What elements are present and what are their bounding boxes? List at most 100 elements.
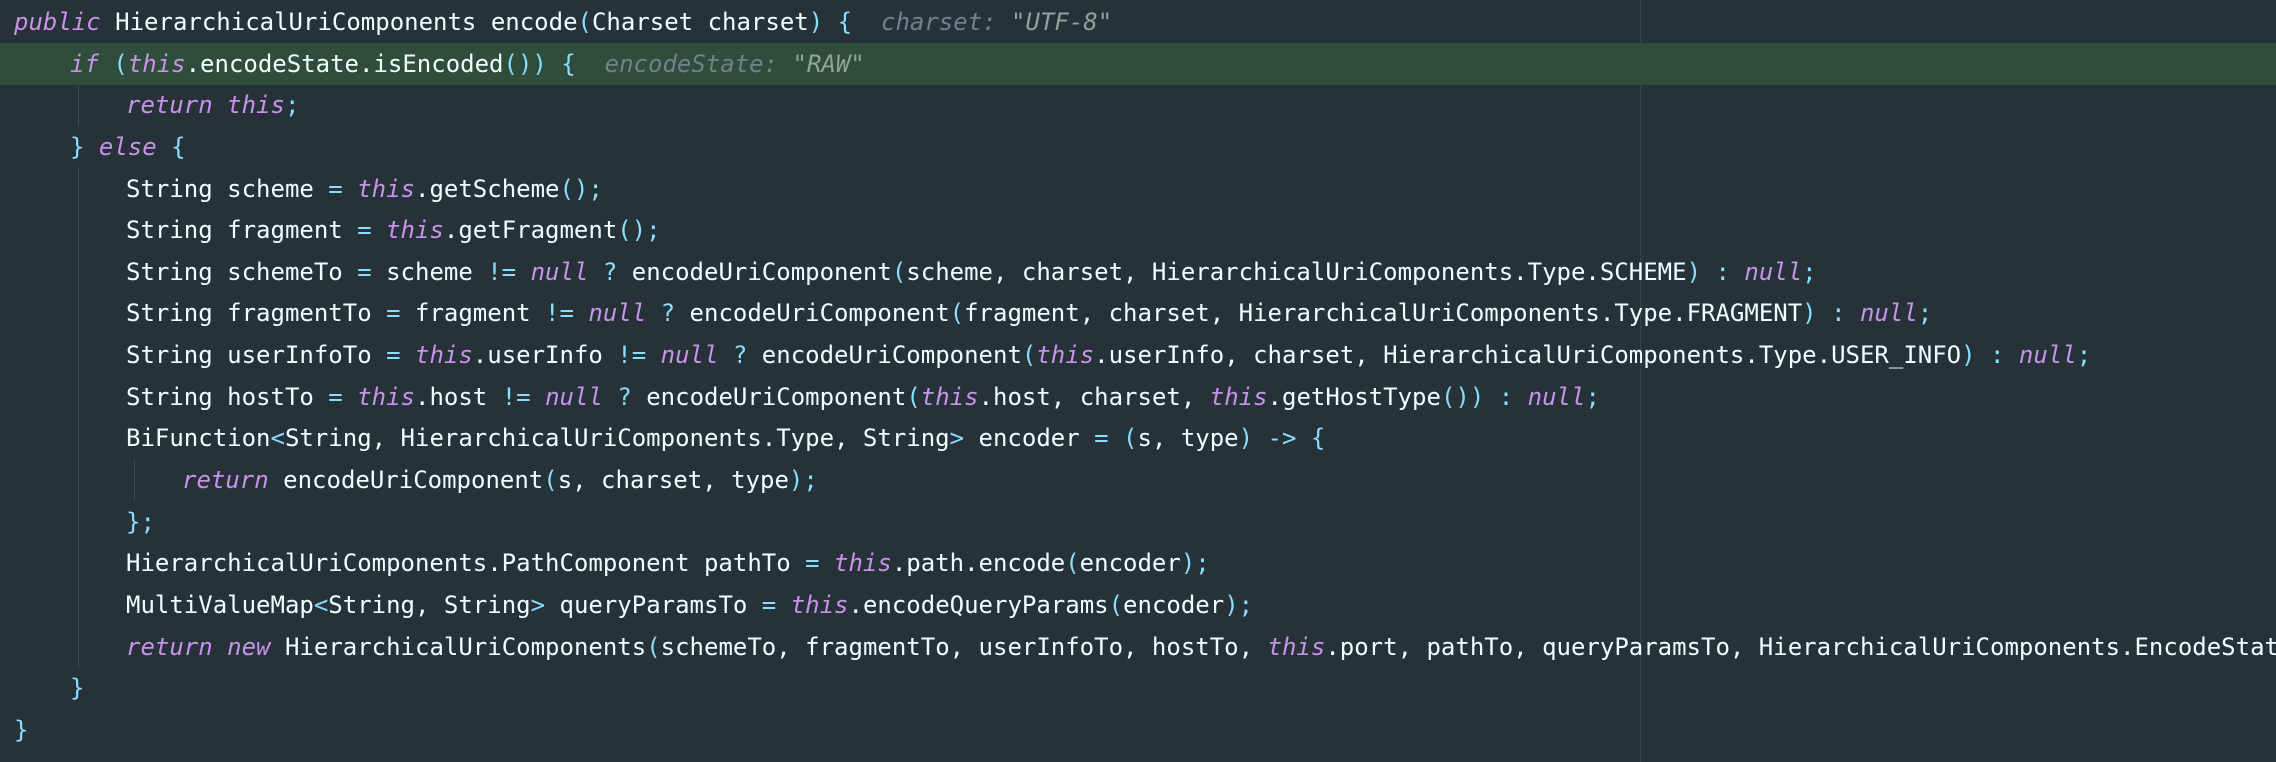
code-token: this — [1267, 633, 1326, 661]
code-line[interactable]: }; — [0, 501, 2276, 543]
code-token: < — [313, 591, 329, 619]
code-line[interactable]: public HierarchicalUriComponents encode(… — [0, 1, 2276, 43]
code-token: return — [126, 91, 213, 119]
indent-guide — [78, 251, 79, 293]
code-token: ? — [660, 299, 676, 327]
code-line[interactable]: String fragmentTo = fragment != null ? e… — [0, 292, 2276, 334]
indent-guide — [78, 168, 79, 210]
code-token: .userInfo, charset, HierarchicalUriCompo… — [1094, 341, 1962, 369]
code-token: : — [1498, 383, 1514, 411]
code-token: != — [545, 299, 574, 327]
code-token: queryParamsTo — [545, 591, 762, 619]
code-line[interactable]: String userInfoTo = this.userInfo != nul… — [0, 334, 2276, 376]
code-token: String scheme — [126, 175, 329, 203]
code-token: s, type — [1137, 424, 1239, 452]
code-token: ( — [1065, 549, 1080, 577]
code-line[interactable]: String fragment = this.getFragment(); — [0, 209, 2276, 251]
code-text: String hostTo = this.host != null ? enco… — [126, 376, 1600, 418]
indent-guide — [78, 542, 79, 584]
code-token: : — [1715, 258, 1730, 286]
code-token: Charset charset — [591, 8, 809, 36]
code-token: null — [545, 383, 603, 411]
code-token: { — [837, 8, 853, 36]
code-token: this — [357, 175, 415, 203]
code-token: ? — [732, 341, 748, 369]
code-token: this — [920, 383, 979, 411]
code-token: null — [1859, 299, 1918, 327]
code-token: = — [1094, 424, 1109, 452]
code-line[interactable]: HierarchicalUriComponents.PathComponent … — [0, 542, 2276, 584]
code-token: < — [270, 424, 285, 452]
code-token: : — [1990, 341, 2005, 369]
code-token: = — [328, 383, 343, 411]
code-token: ) — [808, 8, 824, 36]
code-token: this — [834, 549, 892, 577]
code-text: String schemeTo = scheme != null ? encod… — [126, 251, 1817, 293]
code-token: .host, charset, — [978, 383, 1210, 411]
indent-guide — [78, 501, 79, 543]
code-token: String hostTo — [126, 383, 329, 411]
code-token: .host — [415, 383, 502, 411]
code-line[interactable]: return encodeUriComponent(s, charset, ty… — [0, 459, 2276, 501]
code-token: } — [14, 716, 29, 744]
code-token: HierarchicalUriComponents encode — [100, 8, 578, 36]
code-line[interactable]: String hostTo = this.host != null ? enco… — [0, 376, 2276, 418]
code-text: String fragment = this.getFragment(); — [126, 209, 661, 251]
code-token: ); — [1224, 591, 1254, 619]
code-text: return this; — [126, 84, 299, 126]
code-token: = — [386, 299, 401, 327]
code-token: this — [386, 216, 444, 244]
code-line[interactable]: MultiValueMap<String, String> queryParam… — [0, 584, 2276, 626]
code-token: String fragmentTo — [126, 299, 387, 327]
code-line[interactable]: } else { — [0, 126, 2276, 168]
code-token: this — [790, 591, 849, 619]
code-line[interactable]: String scheme = this.getScheme(); — [0, 168, 2276, 210]
code-token: ( — [1108, 591, 1124, 619]
code-token: } — [70, 133, 85, 161]
code-token: this — [127, 50, 186, 78]
code-token: ( — [1021, 341, 1037, 369]
code-token: = — [357, 258, 372, 286]
code-token: = — [357, 216, 372, 244]
code-token: this — [415, 341, 473, 369]
code-line[interactable]: if (this.encodeState.isEncoded()) { enco… — [0, 43, 2276, 85]
code-token: != — [617, 341, 647, 369]
code-line[interactable]: } — [0, 667, 2276, 709]
code-text: HierarchicalUriComponents.PathComponent … — [126, 542, 1210, 584]
code-line[interactable]: BiFunction<String, HierarchicalUriCompon… — [0, 417, 2276, 459]
code-token: else — [98, 133, 157, 161]
code-line[interactable]: return this; — [0, 84, 2276, 126]
code-text: BiFunction<String, HierarchicalUriCompon… — [126, 417, 1325, 459]
code-line[interactable]: return new HierarchicalUriComponents(sch… — [0, 626, 2276, 668]
code-token: ( — [113, 50, 128, 78]
code-token: .getHostType — [1267, 383, 1441, 411]
code-token: ) — [1961, 341, 1976, 369]
code-token: null — [1527, 383, 1586, 411]
code-token: .encodeQueryParams — [848, 591, 1109, 619]
code-token: ( — [577, 8, 592, 36]
code-token: String, HierarchicalUriComponents.Type, … — [284, 424, 950, 452]
code-line[interactable]: String schemeTo = scheme != null ? encod… — [0, 251, 2276, 293]
code-line[interactable]: } — [0, 709, 2276, 751]
code-text: } — [70, 667, 84, 709]
code-text: }; — [126, 501, 155, 543]
code-token: null — [530, 258, 589, 286]
code-token: ( — [949, 299, 965, 327]
code-token: this — [227, 91, 285, 119]
code-token: ) — [1802, 299, 1817, 327]
code-token: (); — [617, 216, 661, 244]
code-editor[interactable]: public HierarchicalUriComponents encode(… — [0, 0, 2276, 762]
code-text: String scheme = this.getScheme(); — [126, 168, 603, 210]
